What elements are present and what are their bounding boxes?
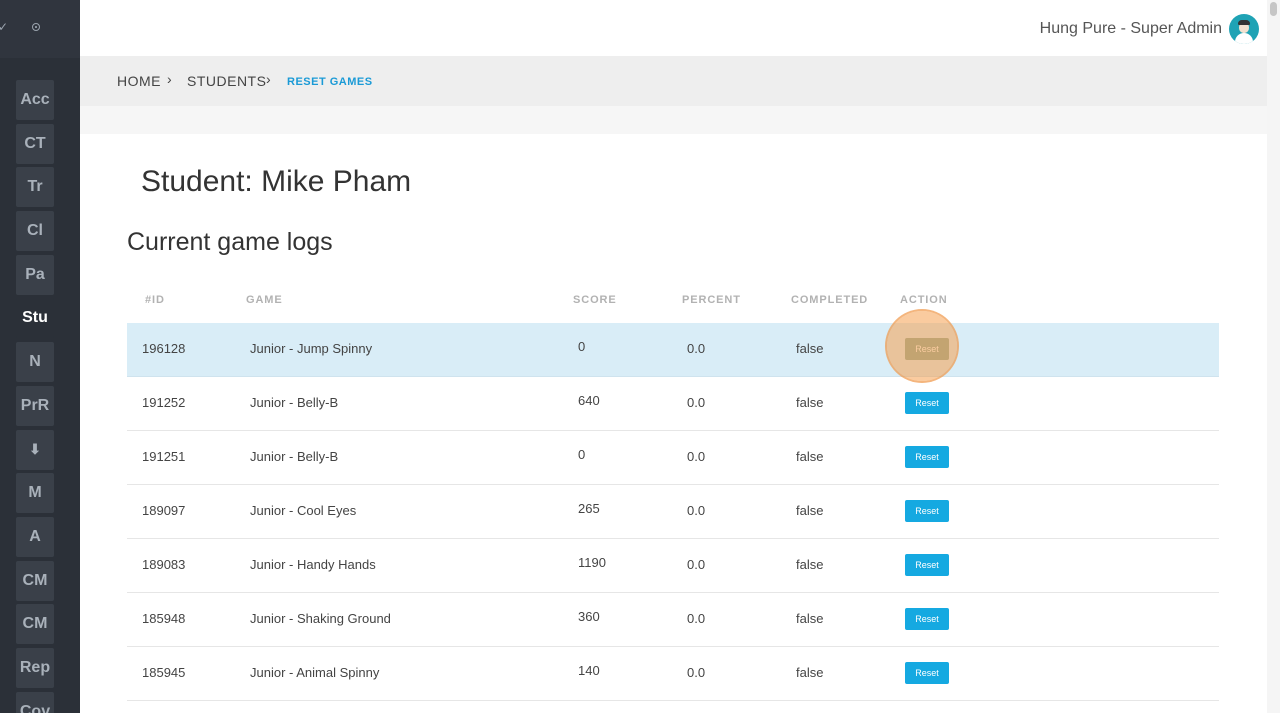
cell-id: 189083 — [142, 557, 186, 572]
download-icon: ⬇ — [29, 441, 41, 457]
column-header-game[interactable]: GAME — [246, 294, 283, 306]
reset-button[interactable]: Reset — [905, 392, 949, 414]
column-header-id[interactable]: #ID — [145, 294, 165, 306]
cell-percent: 0.0 — [687, 665, 706, 680]
sidebar-item-download-icon[interactable]: ⬇ — [16, 429, 54, 470]
cell-game: Junior - Animal Spinny — [250, 665, 380, 680]
cell-score: 0 — [578, 447, 586, 462]
column-header-percent[interactable]: PERCENT — [682, 294, 741, 306]
cell-percent: 0.0 — [687, 557, 706, 572]
table-row: 189097 Junior - Cool Eyes 265 0.0 false Reset — [127, 485, 1219, 539]
sidebar-item-rep[interactable]: Rep — [16, 647, 54, 688]
sidebar-item-a[interactable]: A — [16, 516, 54, 557]
cell-percent: 0.0 — [687, 449, 706, 464]
cell-game: Junior - Handy Hands — [250, 557, 376, 572]
cell-percent: 0.0 — [687, 503, 706, 518]
table-row: 191251 Junior - Belly-B 0 0.0 false Reset — [127, 431, 1219, 485]
cell-percent: 0.0 — [687, 611, 706, 626]
sidebar-item-n[interactable]: N — [16, 342, 54, 383]
cell-score: 360 — [578, 609, 600, 624]
content-divider — [80, 106, 1267, 134]
reset-button[interactable]: Reset — [905, 500, 949, 522]
cell-completed: false — [796, 665, 824, 680]
cell-completed: false — [796, 611, 824, 626]
cell-score: 140 — [578, 663, 600, 678]
sidebar: ✓ Acc CT Tr Cl Pa Stu N PrR ⬇ M A CM CM Rep Cov — [0, 0, 80, 713]
breadcrumb-separator-icon: › — [266, 71, 271, 87]
breadcrumb-students[interactable]: STUDENTS — [187, 73, 266, 89]
sidebar-item-cov[interactable]: Cov — [16, 691, 54, 713]
cell-completed: false — [796, 503, 824, 518]
cell-game: Junior - Jump Spinny — [250, 341, 373, 356]
breadcrumb: HOME › STUDENTS › RESET GAMES — [80, 56, 1267, 106]
reset-button[interactable]: Reset — [905, 338, 949, 360]
column-header-action: ACTION — [900, 294, 948, 306]
cell-completed: false — [796, 341, 824, 356]
sidebar-nav: Acc CT Tr Cl Pa Stu N PrR ⬇ M A CM CM Rep Cov — [16, 80, 54, 713]
table-row: 189083 Junior - Handy Hands 1190 0.0 false Re… — [127, 539, 1219, 593]
cell-game: Junior - Shaking Ground — [250, 611, 391, 626]
page-title: Student: Mike Pham — [141, 165, 412, 198]
cell-completed: false — [796, 449, 824, 464]
cell-id: 189097 — [142, 503, 186, 518]
user-name[interactable]: Hung Pure - Super Admin — [1040, 20, 1222, 38]
sidebar-item-m[interactable]: M — [16, 473, 54, 514]
top-header: Hung Pure - Super Admin — [80, 0, 1267, 56]
cell-score: 640 — [578, 393, 600, 408]
reset-button[interactable]: Reset — [905, 662, 949, 684]
cell-id: 191252 — [142, 395, 186, 410]
cell-id: 185948 — [142, 611, 186, 626]
cell-game: Junior - Belly-B — [250, 449, 339, 464]
cell-percent: 0.0 — [687, 341, 706, 356]
table-row: 185948 Junior - Shaking Ground 360 0.0 false… — [127, 593, 1219, 647]
breadcrumb-separator-icon: › — [167, 71, 172, 87]
settings-circle-icon[interactable] — [32, 23, 40, 31]
sidebar-item-prr[interactable]: PrR — [16, 385, 54, 426]
sidebar-item-tr[interactable]: Tr — [16, 167, 54, 208]
table-row: 185945 Junior - Animal Spinny 140 0.0 false R… — [127, 647, 1219, 701]
cell-score: 0 — [578, 339, 586, 354]
cell-percent: 0.0 — [687, 395, 706, 410]
sidebar-item-pa[interactable]: Pa — [16, 254, 54, 295]
sidebar-item-cl[interactable]: Cl — [16, 211, 54, 252]
chevron-icon[interactable]: ✓ — [0, 20, 8, 34]
sidebar-item-cm[interactable]: CM — [16, 604, 54, 645]
column-header-score[interactable]: SCORE — [573, 294, 617, 306]
sidebar-item-stu[interactable]: Stu — [16, 298, 54, 339]
section-title: Current game logs — [127, 228, 333, 256]
cell-id: 196128 — [142, 341, 186, 356]
sidebar-item-acc[interactable]: Acc — [16, 80, 54, 120]
cell-id: 185945 — [142, 665, 186, 680]
column-header-completed[interactable]: COMPLETED — [791, 294, 868, 306]
table-row: 196128 Junior - Jump Spinny 0 0.0 false Reset — [127, 323, 1219, 377]
cell-game: Junior - Belly-B — [250, 395, 339, 410]
cell-completed: false — [796, 557, 824, 572]
sidebar-item-ct[interactable]: CT — [16, 123, 54, 164]
cell-score: 1190 — [578, 555, 606, 570]
avatar[interactable] — [1229, 14, 1259, 44]
scrollbar-thumb[interactable] — [1270, 2, 1277, 16]
table-row: 191252 Junior - Belly-B 640 0.0 false Reset — [127, 377, 1219, 431]
cell-game: Junior - Cool Eyes — [250, 503, 357, 518]
cell-score: 265 — [578, 501, 600, 516]
reset-button[interactable]: Reset — [905, 446, 949, 468]
reset-button[interactable]: Reset — [905, 554, 949, 576]
cell-id: 191251 — [142, 449, 186, 464]
breadcrumb-home[interactable]: HOME — [117, 73, 161, 89]
sidebar-top: ✓ — [0, 0, 80, 58]
cell-completed: false — [796, 395, 824, 410]
reset-button[interactable]: Reset — [905, 608, 949, 630]
breadcrumb-current: RESET GAMES — [287, 76, 373, 88]
sidebar-item-cm[interactable]: CM — [16, 560, 54, 601]
scrollbar[interactable] — [1267, 0, 1280, 713]
